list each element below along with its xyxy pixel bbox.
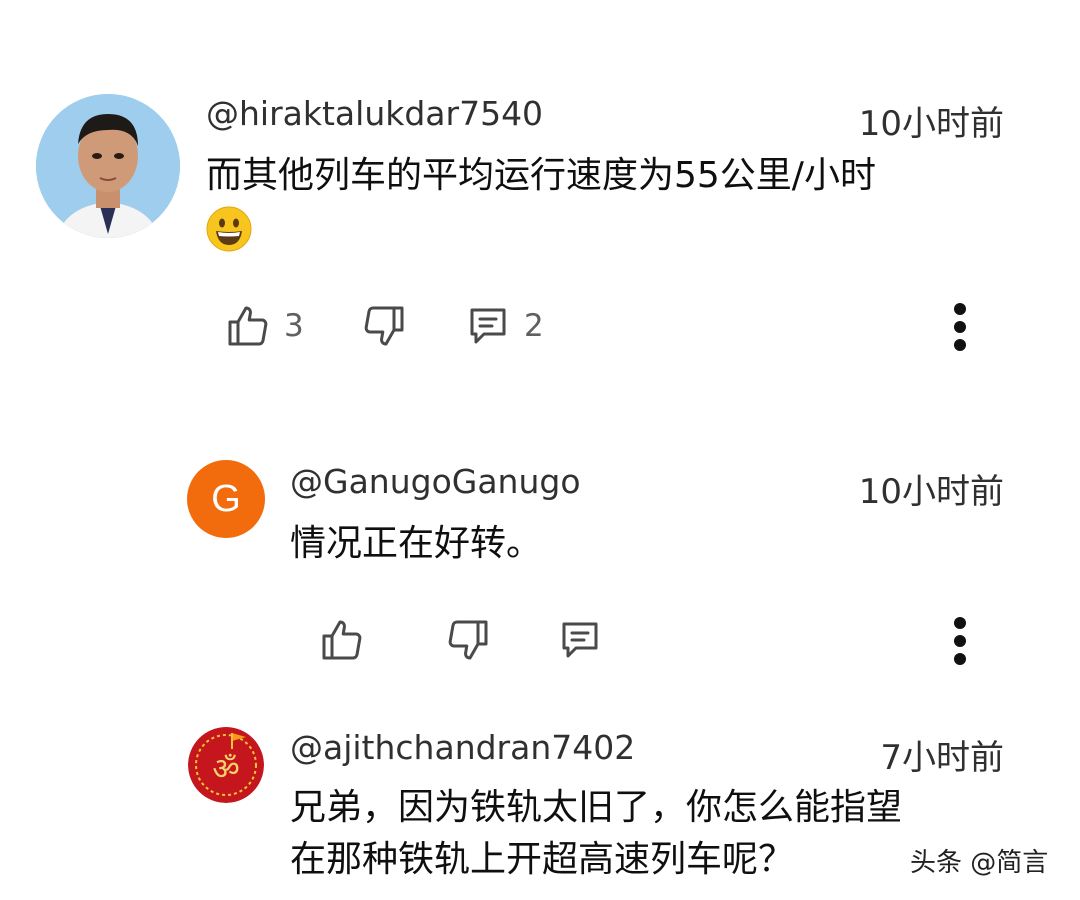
like-button[interactable] — [318, 610, 366, 670]
comment-author[interactable]: @GanugoGanugo — [290, 462, 581, 501]
watermark: 头条 @简言 — [910, 848, 1049, 878]
comment-actions: 3 2 — [224, 296, 984, 356]
comment-text: 情况正在好转。 — [290, 523, 543, 564]
comment-text-line-2: 在那种铁轨上开超高速列车呢？ — [290, 839, 795, 880]
like-button[interactable]: 3 — [224, 296, 304, 356]
om-symbol-icon: ॐ — [188, 727, 264, 803]
like-count: 3 — [284, 308, 304, 344]
thumbs-down-icon — [364, 306, 404, 346]
thumbs-up-icon — [228, 306, 268, 346]
comment-timestamp: 7小时前 — [880, 738, 1004, 778]
reply-button[interactable] — [556, 610, 604, 670]
user-avatar[interactable] — [36, 94, 180, 238]
comment-text-line-1: 兄弟，因为铁轨太旧了，你怎么能指望 — [290, 787, 903, 828]
reply-button[interactable]: 2 — [464, 296, 544, 356]
more-options-icon[interactable] — [950, 616, 970, 666]
more-options-icon[interactable] — [950, 302, 970, 352]
user-avatar[interactable]: G — [187, 460, 265, 538]
comment-icon — [562, 622, 598, 658]
avatar-photo — [36, 94, 180, 238]
grinning-face-emoji — [206, 206, 252, 252]
comment-timestamp: 10小时前 — [858, 104, 1004, 144]
reply-count: 2 — [524, 308, 544, 344]
avatar-symbol: ॐ — [212, 752, 239, 787]
user-avatar[interactable]: ॐ — [188, 727, 264, 803]
comment-text: 而其他列车的平均运行速度为55公里/小时 — [206, 155, 876, 196]
dislike-button[interactable] — [444, 610, 492, 670]
avatar-letter: G — [211, 477, 241, 520]
comment-actions — [318, 610, 978, 670]
dislike-button[interactable] — [360, 296, 408, 356]
comment-timestamp: 10小时前 — [858, 472, 1004, 512]
comment-icon — [470, 308, 506, 344]
thumbs-up-icon — [322, 620, 362, 660]
comment-author[interactable]: @hiraktalukdar7540 — [206, 94, 543, 133]
comment-author[interactable]: @ajithchandran7402 — [290, 728, 635, 767]
thumbs-down-icon — [448, 620, 488, 660]
